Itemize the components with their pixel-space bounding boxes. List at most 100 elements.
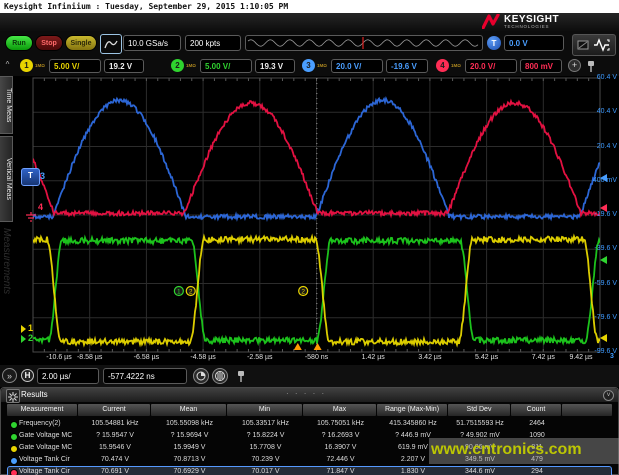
measurement-value: 415.345860 Hz <box>378 419 448 429</box>
measurement-value: ? 16.2693 V <box>304 431 377 441</box>
collapse-icon[interactable]: ˅ <box>603 390 614 401</box>
curve-icon <box>104 38 118 50</box>
measurement-indicator <box>10 469 18 475</box>
brand-subtitle: TECHNOLOGIES <box>504 24 549 29</box>
channel-2-marker[interactable]: 2 <box>28 333 33 343</box>
x-axis-label: -8.58 µs <box>77 354 102 361</box>
channel-3-scale-field[interactable]: 20.0 V/ <box>331 59 383 73</box>
timebase-scale-field[interactable]: 2.00 µs/ <box>37 368 99 384</box>
channel-1-badge[interactable]: 1 <box>20 59 33 72</box>
measurement-value: ? 15.8224 V <box>228 431 303 441</box>
channel-2-offset-field[interactable]: 19.3 V <box>255 59 295 73</box>
measurement-value: 105.55098 kHz <box>152 419 227 429</box>
channel-3-impedance: 1MΩ <box>317 63 327 68</box>
pin-icon[interactable] <box>586 60 596 73</box>
svg-text:2: 2 <box>189 288 193 295</box>
pin-icon[interactable] <box>236 370 246 383</box>
measure-marker: 1 <box>174 287 183 296</box>
column-header[interactable]: Max <box>303 404 376 416</box>
sample-rate-field[interactable]: 10.0 GSa/s <box>123 35 181 51</box>
results-title: Results <box>21 390 48 399</box>
sidebar-watermark: Measurements <box>1 228 12 294</box>
column-header[interactable]: Range (Max-Min) <box>377 404 447 416</box>
measurement-value: 15.7708 V <box>228 443 303 453</box>
stop-button[interactable]: Stop <box>35 35 63 51</box>
drag-handle[interactable]: · · · · · <box>286 389 326 398</box>
run-button[interactable]: Run <box>5 35 33 51</box>
waveform-scale-icon[interactable] <box>593 38 611 52</box>
zoom-mode-icon[interactable] <box>193 368 209 384</box>
measurement-value: 72.446 V <box>304 455 377 465</box>
channel-4-offset-field[interactable]: 800 mV <box>520 59 562 73</box>
measurement-indicator <box>10 421 18 429</box>
measurement-value: 105.54881 kHz <box>79 419 151 429</box>
measurement-indicator <box>10 457 18 465</box>
channel-1-ref-arrow[interactable] <box>21 325 26 333</box>
channel-3-marker[interactable]: 3 <box>40 171 45 181</box>
single-button[interactable]: Single <box>65 35 97 51</box>
channel-2-badge[interactable]: 2 <box>171 59 184 72</box>
horizontal-button[interactable]: H <box>21 369 34 382</box>
channel-4-badge[interactable]: 4 <box>436 59 449 72</box>
column-header[interactable]: Current <box>78 404 150 416</box>
table-row[interactable]: Frequency(2)105.54881 kHz105.55098 kHz10… <box>7 418 612 430</box>
channel-bar: ^ 1 1MΩ 5.00 V/ 19.2 V 2 1MΩ 5.00 V/ 19.… <box>0 57 619 77</box>
add-channel-button[interactable]: + <box>568 59 581 72</box>
channel-3-offset-field[interactable]: -19.6 V <box>386 59 428 73</box>
x-axis-label: -10.6 µs <box>46 354 71 361</box>
measurement-value: 51.7515593 Hz <box>449 419 511 429</box>
expand-icon[interactable]: » <box>2 368 17 383</box>
collapse-up-icon[interactable]: ^ <box>2 60 13 72</box>
waveform-display: 122 60.4 V40.4 V20.4 V400 mV-19.6 V-39.6… <box>13 76 619 365</box>
measurement-value: 71.847 V <box>304 467 377 475</box>
trigger-level-field[interactable]: 0.0 V <box>504 35 564 51</box>
trigger-button[interactable]: T <box>487 36 501 50</box>
timebase-position-field[interactable]: -577.4222 ns <box>103 368 187 384</box>
channel-4-marker[interactable]: 4 <box>38 202 43 212</box>
measurement-indicator <box>10 445 18 453</box>
column-header[interactable]: Mean <box>151 404 226 416</box>
results-header[interactable]: Results · · · · · ˅ <box>1 388 618 402</box>
table-row[interactable]: Voltage Tank Cir70.691 V70.6929 V70.017 … <box>7 466 612 475</box>
channel-2-scale-field[interactable]: 5.00 V/ <box>200 59 252 73</box>
column-header[interactable]: Measurement <box>7 404 77 416</box>
column-header[interactable]: Min <box>227 404 302 416</box>
channel-1-offset-field[interactable]: 19.2 V <box>104 59 144 73</box>
y-axis-label: 40.4 V <box>587 108 617 115</box>
channel-3-badge[interactable]: 3 <box>302 59 315 72</box>
gate-marker[interactable] <box>314 343 322 350</box>
waveform-mode-button[interactable] <box>100 34 122 54</box>
window-title: Keysight Infiniium : Tuesday, September … <box>0 0 619 13</box>
measurement-value: ? 15.9694 V <box>152 431 227 441</box>
preview-waveform <box>246 36 482 50</box>
channel-ref-right-arrow[interactable] <box>600 256 607 264</box>
x-axis-label: 1.42 µs <box>362 354 385 361</box>
channel-1-scale-field[interactable]: 5.00 V/ <box>49 59 101 73</box>
channel-1-marker[interactable]: 1 <box>28 323 33 333</box>
measure-marker: 2 <box>299 287 308 296</box>
waveform-canvas: 122 <box>13 76 619 365</box>
gear-icon[interactable] <box>6 389 20 403</box>
y-axis-label: -59.6 V <box>587 280 617 287</box>
x-axis-label: 5.42 µs <box>475 354 498 361</box>
channel-ref-right-arrow[interactable] <box>600 334 607 342</box>
y-axis-label: 60.4 V <box>587 74 617 81</box>
column-header[interactable]: Std Dev <box>448 404 510 416</box>
channel-2-ref-arrow[interactable] <box>21 335 26 343</box>
trigger-marker[interactable]: T <box>21 168 40 186</box>
y-axis-label: -79.6 V <box>587 314 617 321</box>
measurement-value: 105.33517 kHz <box>228 419 303 429</box>
tab-time-meas[interactable]: Time Meas <box>0 76 13 134</box>
acquisition-preview[interactable] <box>245 35 483 51</box>
measurement-value: ? 15.9547 V <box>79 431 151 441</box>
channel-4-scale-field[interactable]: 20.0 V/ <box>465 59 517 73</box>
measurement-value: 70.691 V <box>79 467 151 475</box>
measurement-value: 70.239 V <box>228 455 303 465</box>
memory-depth-field[interactable]: 200 kpts <box>185 35 241 51</box>
measurement-name: Voltage Tank Cir <box>8 455 78 465</box>
screen-icon[interactable] <box>577 39 590 52</box>
roll-mode-icon[interactable] <box>212 368 228 384</box>
tab-vertical-meas[interactable]: Vertical Meas <box>0 136 13 222</box>
measurement-indicator <box>10 433 18 441</box>
column-header[interactable]: Count <box>511 404 561 416</box>
